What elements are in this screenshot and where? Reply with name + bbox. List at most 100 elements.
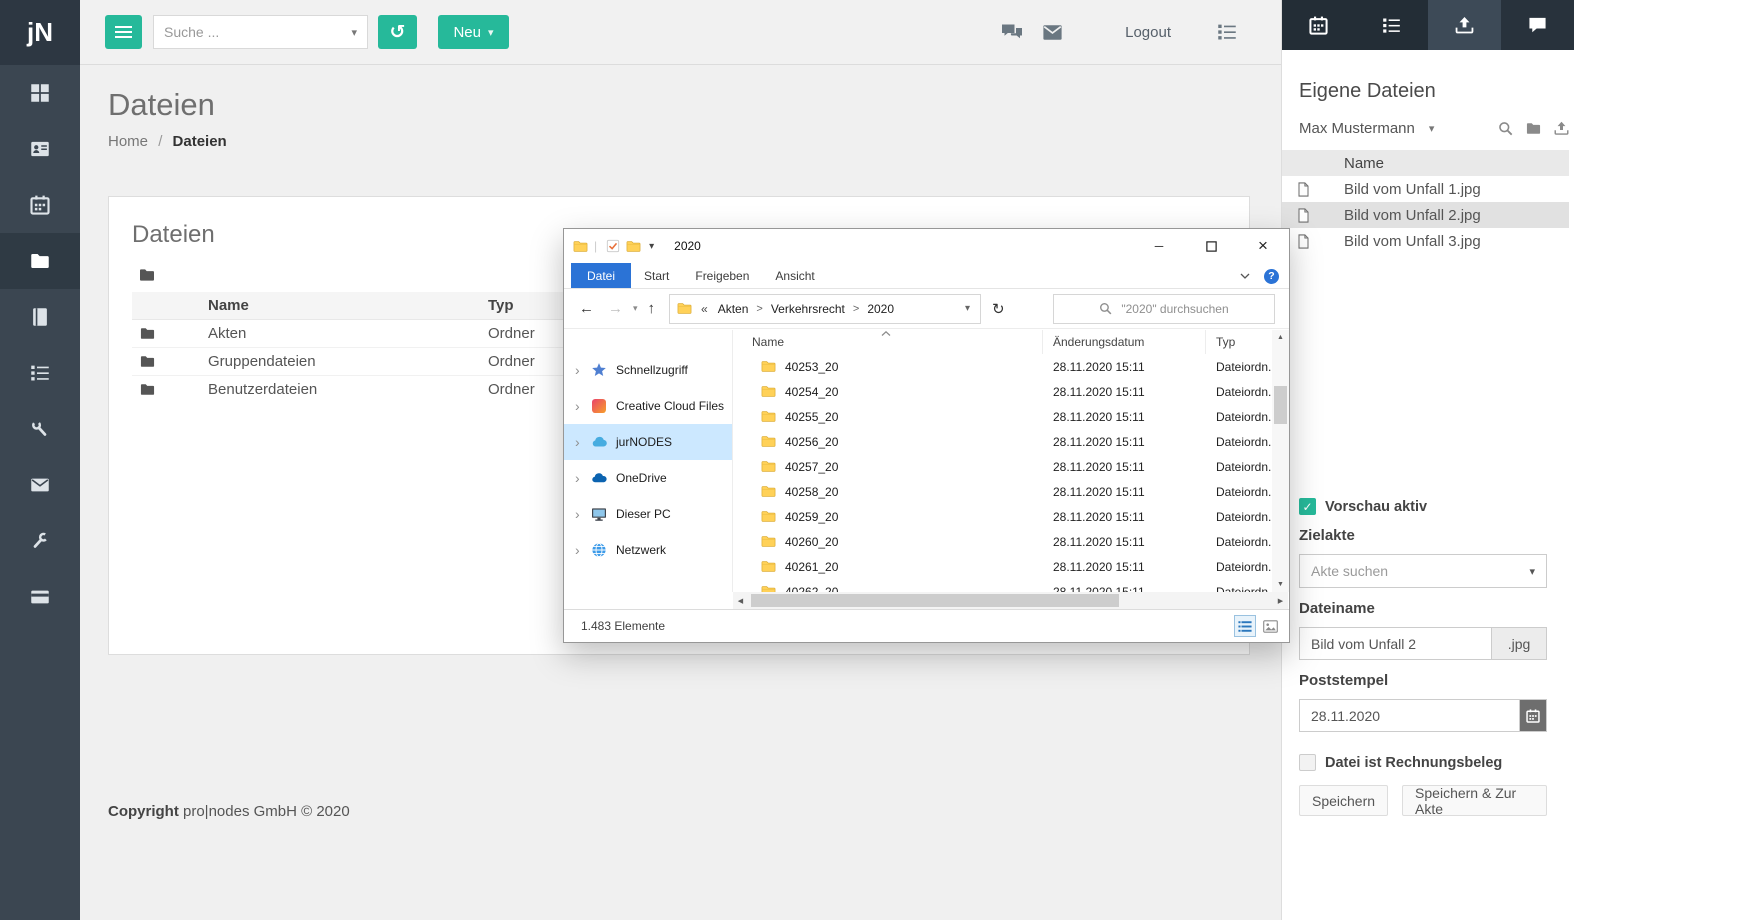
qat-chevron-down-icon[interactable]: ▾ xyxy=(649,241,654,252)
explorer-search-input[interactable]: "2020" durchsuchen xyxy=(1053,293,1275,324)
explorer-file-row[interactable]: 40257_20 28.11.2020 15:11 Dateiordn... xyxy=(733,454,1272,479)
panel-tab-calendar[interactable] xyxy=(1282,0,1355,50)
address-crumb[interactable]: Verkehrsrecht xyxy=(766,302,850,316)
scrollbar-thumb[interactable] xyxy=(1274,386,1287,424)
explorer-file-row[interactable]: 40259_20 28.11.2020 15:11 Dateiordn... xyxy=(733,504,1272,529)
address-crumb[interactable]: Akten xyxy=(713,302,754,316)
ribbon-tab-freigeben[interactable]: Freigeben xyxy=(682,263,762,288)
explorer-file-row[interactable]: 40256_20 28.11.2020 15:11 Dateiordn... xyxy=(733,429,1272,454)
checkbox-checked-icon[interactable]: ✓ xyxy=(1299,498,1316,515)
scroll-left-icon[interactable]: ◀ xyxy=(733,597,748,605)
chevron-right-icon[interactable]: › xyxy=(575,506,591,522)
explorer-file-row[interactable]: 40262_20 28.11.2020 15:11 Dateiordn... xyxy=(733,579,1272,592)
logout-link[interactable]: Logout xyxy=(1125,24,1171,41)
upload-icon[interactable] xyxy=(1554,121,1569,136)
chevron-down-icon[interactable]: ▾ xyxy=(1429,122,1435,135)
sidebar-item-billing[interactable] xyxy=(0,569,80,625)
nav-item-dieser-pc[interactable]: › Dieser PC xyxy=(564,496,732,532)
address-bar[interactable]: « Akten > Verkehrsrecht >2020 ▾ xyxy=(669,293,982,324)
thumbnails-view-button[interactable] xyxy=(1259,615,1281,637)
user-select[interactable]: Max Mustermann xyxy=(1299,120,1415,137)
search-icon[interactable] xyxy=(1498,121,1513,136)
breadcrumb-home[interactable]: Home xyxy=(108,133,148,150)
scrollbar-thumb[interactable] xyxy=(751,594,1119,607)
explorer-file-row[interactable]: 40258_20 28.11.2020 15:11 Dateiordn... xyxy=(733,479,1272,504)
refresh-icon[interactable]: ↻ xyxy=(992,300,1005,318)
messages-icon[interactable] xyxy=(1001,23,1023,42)
scroll-up-icon[interactable]: ▲ xyxy=(1272,330,1289,345)
column-date[interactable]: Änderungsdatum xyxy=(1043,330,1206,354)
forward-icon[interactable]: → xyxy=(608,300,623,317)
help-icon[interactable]: ? xyxy=(1264,268,1279,284)
recent-locations-icon[interactable]: ▾ xyxy=(633,303,638,314)
app-logo[interactable]: jN xyxy=(0,0,80,65)
chevron-down-icon[interactable]: ▾ xyxy=(351,26,357,39)
tasks-icon[interactable] xyxy=(1217,22,1237,42)
maximize-button[interactable] xyxy=(1185,229,1237,263)
ribbon-tab-start[interactable]: Start xyxy=(631,263,682,288)
scroll-down-icon[interactable]: ▼ xyxy=(1272,577,1289,592)
file-list-item[interactable]: Bild vom Unfall 2.jpg xyxy=(1282,202,1569,228)
ribbon-tab-ansicht[interactable]: Ansicht xyxy=(762,263,827,288)
explorer-file-row[interactable]: 40254_20 28.11.2020 15:11 Dateiordn... xyxy=(733,379,1272,404)
vertical-scrollbar[interactable]: ▲ ▼ xyxy=(1272,330,1289,592)
qat-check-icon[interactable] xyxy=(606,239,620,253)
sidebar-item-tools[interactable] xyxy=(0,401,80,457)
panel-tab-chat[interactable] xyxy=(1501,0,1574,50)
nav-item-jurnodes[interactable]: › jurNODES xyxy=(564,424,732,460)
sidebar-item-files[interactable] xyxy=(0,233,80,289)
sidebar-item-settings[interactable] xyxy=(0,513,80,569)
sidebar-item-mail[interactable] xyxy=(0,457,80,513)
global-search-input[interactable]: Suche ... ▾ xyxy=(153,15,368,49)
explorer-file-row[interactable]: 40260_20 28.11.2020 15:11 Dateiordn... xyxy=(733,529,1272,554)
header-name[interactable]: Name xyxy=(200,292,480,320)
save-button[interactable]: Speichern xyxy=(1299,785,1389,816)
chevron-down-icon[interactable]: ▾ xyxy=(965,303,973,314)
back-icon[interactable]: ← xyxy=(579,300,594,317)
chevron-right-icon[interactable]: › xyxy=(575,542,591,558)
root-folder-icon[interactable] xyxy=(139,267,155,283)
sort-ascending-icon[interactable] xyxy=(881,331,891,336)
close-button[interactable]: × xyxy=(1237,229,1289,263)
explorer-titlebar[interactable]: | ▾ 2020 ─ × xyxy=(564,229,1289,263)
filename-input[interactable]: Bild vom Unfall 2 xyxy=(1299,627,1492,660)
address-overflow[interactable]: « xyxy=(701,302,708,316)
file-list-item[interactable]: Bild vom Unfall 3.jpg xyxy=(1282,228,1569,254)
save-to-akte-button[interactable]: Speichern & Zur Akte xyxy=(1402,785,1547,817)
explorer-file-row[interactable]: 40253_20 28.11.2020 15:11 Dateiordn... xyxy=(733,354,1272,379)
preview-toggle[interactable]: ✓ Vorschau aktiv xyxy=(1299,498,1547,515)
folder-icon[interactable] xyxy=(1526,121,1541,136)
explorer-file-row[interactable]: 40261_20 28.11.2020 15:11 Dateiordn... xyxy=(733,554,1272,579)
sidebar-item-journal[interactable] xyxy=(0,289,80,345)
details-view-button[interactable] xyxy=(1234,615,1256,637)
history-button[interactable]: ↺ xyxy=(378,15,417,49)
checkbox-empty-icon[interactable] xyxy=(1299,754,1316,771)
new-button[interactable]: Neu ▾ xyxy=(438,15,509,49)
ribbon-collapse-icon[interactable] xyxy=(1240,273,1250,279)
nav-item-netzwerk[interactable]: › Netzwerk xyxy=(564,532,732,568)
minimize-button[interactable]: ─ xyxy=(1133,229,1185,263)
panel-tab-upload[interactable] xyxy=(1428,0,1501,50)
postmark-input[interactable]: 28.11.2020 xyxy=(1299,699,1520,732)
scroll-right-icon[interactable]: ▶ xyxy=(1273,597,1288,605)
sidebar-item-dashboard[interactable] xyxy=(0,65,80,121)
akte-select[interactable]: Akte suchen ▾ xyxy=(1299,554,1547,588)
menu-toggle-button[interactable] xyxy=(105,15,142,49)
folder-icon[interactable] xyxy=(626,239,641,254)
sidebar-item-tasks[interactable] xyxy=(0,345,80,401)
chevron-right-icon[interactable]: › xyxy=(575,362,591,378)
nav-item-onedrive[interactable]: › OneDrive xyxy=(564,460,732,496)
sidebar-item-contacts[interactable] xyxy=(0,121,80,177)
address-crumb[interactable]: 2020 xyxy=(862,302,899,316)
invoice-toggle[interactable]: Datei ist Rechnungsbeleg xyxy=(1299,754,1547,771)
chevron-right-icon[interactable]: › xyxy=(575,434,591,450)
chevron-right-icon[interactable]: › xyxy=(575,398,591,414)
explorer-file-row[interactable]: 40255_20 28.11.2020 15:11 Dateiordn... xyxy=(733,404,1272,429)
file-list-item[interactable]: Bild vom Unfall 1.jpg xyxy=(1282,176,1569,202)
nav-item-schnellzugriff[interactable]: › Schnellzugriff xyxy=(564,352,732,388)
up-icon[interactable]: ↑ xyxy=(648,300,656,317)
datepicker-button[interactable] xyxy=(1520,699,1547,732)
sidebar-item-calendar[interactable] xyxy=(0,177,80,233)
ribbon-tab-datei[interactable]: Datei xyxy=(571,263,632,288)
panel-tab-tasks[interactable] xyxy=(1355,0,1428,50)
